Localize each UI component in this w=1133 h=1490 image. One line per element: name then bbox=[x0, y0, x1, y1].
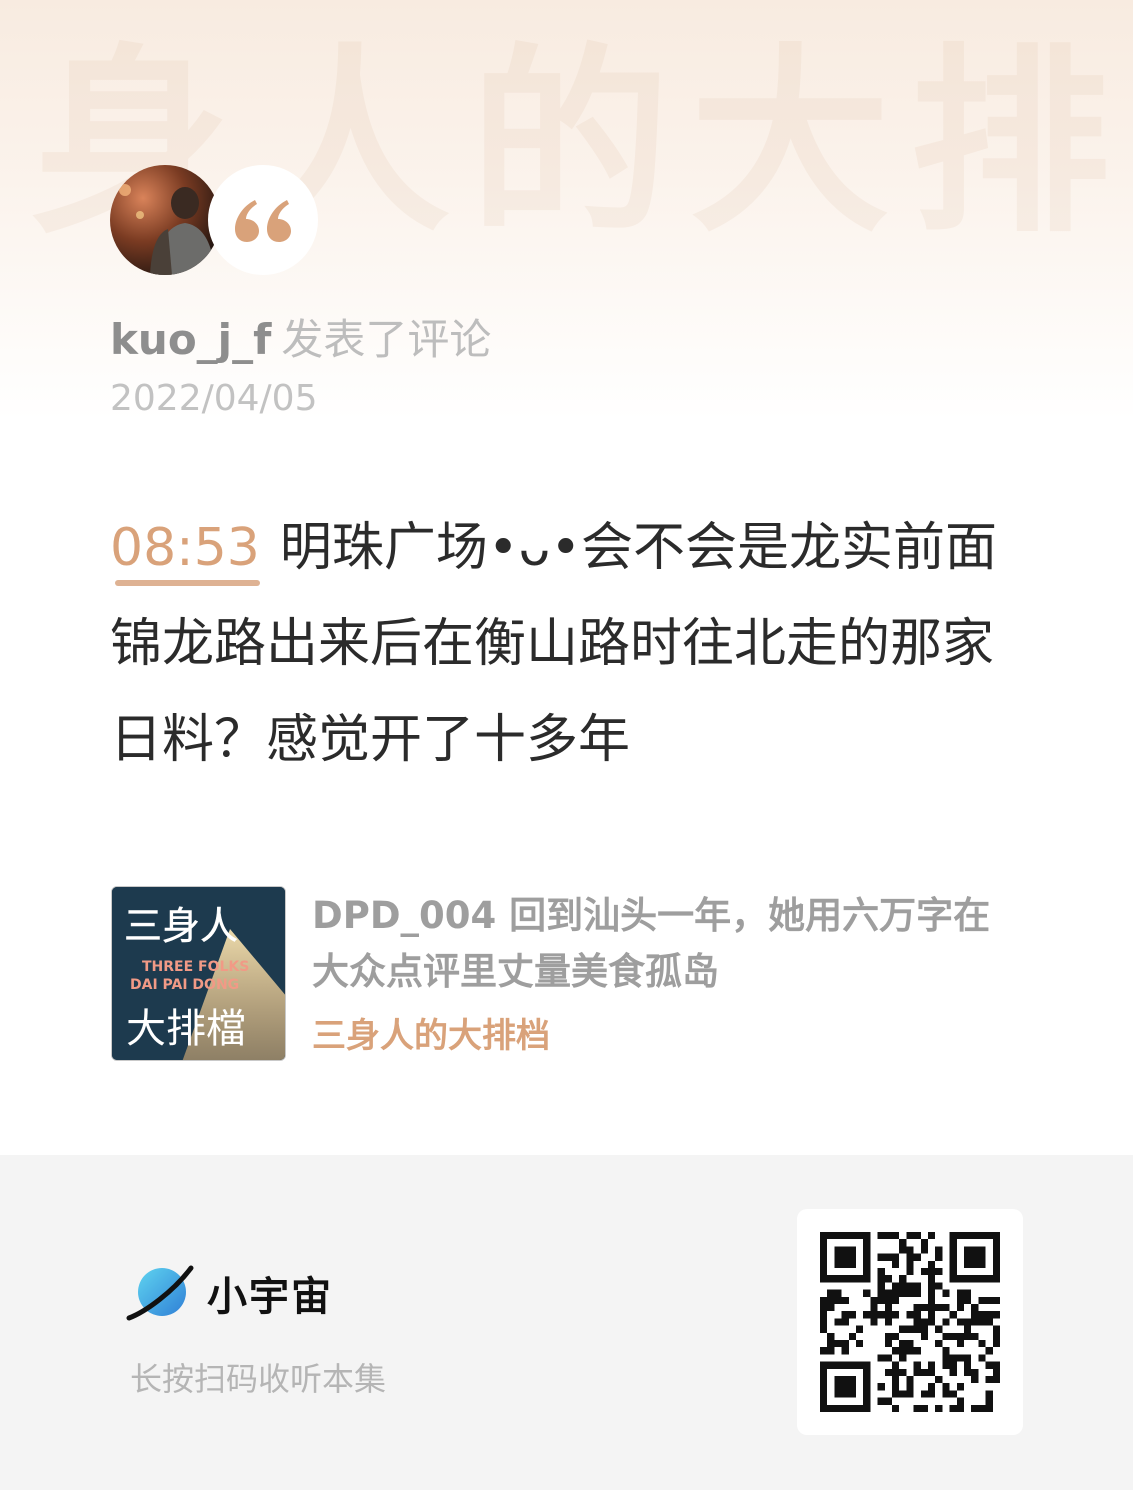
user-avatar[interactable] bbox=[110, 165, 220, 275]
timestamp-underline bbox=[115, 580, 260, 586]
quote-badge bbox=[208, 165, 318, 275]
comment-date: 2022/04/05 bbox=[110, 378, 318, 419]
planet-icon bbox=[126, 1265, 194, 1321]
episode-cover[interactable]: 三身人 THREE FOLKS DAI PAI DONG 大排檔 bbox=[111, 886, 286, 1061]
episode-title[interactable]: DPD_004 回到汕头一年，她用六万字在大众点评里丈量美食孤岛 bbox=[312, 888, 992, 1000]
brand-logo: 小宇宙 bbox=[125, 1262, 333, 1324]
cover-title-en-1: THREE FOLKS bbox=[142, 959, 249, 975]
cover-title-cn-top: 三身人 bbox=[124, 904, 238, 948]
scan-hint: 长按扫码收听本集 bbox=[130, 1360, 387, 1398]
author-action: 发表了评论 bbox=[281, 315, 492, 364]
brand-name: 小宇宙 bbox=[207, 1274, 333, 1320]
comment-share-card: 身人的大排 kuo_j_f 发表了评论 2022/04/05 08:53 明珠广场•… bbox=[0, 0, 1133, 1155]
author-line: kuo_j_f 发表了评论 bbox=[110, 306, 491, 367]
qr-code bbox=[820, 1232, 1000, 1412]
comment-timestamp[interactable]: 08:53 bbox=[110, 500, 260, 596]
timestamp-label: 08:53 bbox=[110, 518, 260, 578]
cover-title-en-2: DAI PAI DONG bbox=[130, 977, 239, 993]
comment-body: 08:53 明珠广场•ᴗ•会不会是龙实前面锦龙路出来后在衡山路时往北走的那家日料？… bbox=[110, 500, 1010, 788]
quote-icon bbox=[235, 200, 291, 242]
podcast-show-name[interactable]: 三身人的大排档 bbox=[312, 1008, 550, 1057]
qr-code-container[interactable] bbox=[797, 1209, 1023, 1435]
author-name[interactable]: kuo_j_f bbox=[110, 315, 271, 364]
cover-title-cn-bottom: 大排檔 bbox=[126, 1006, 246, 1052]
